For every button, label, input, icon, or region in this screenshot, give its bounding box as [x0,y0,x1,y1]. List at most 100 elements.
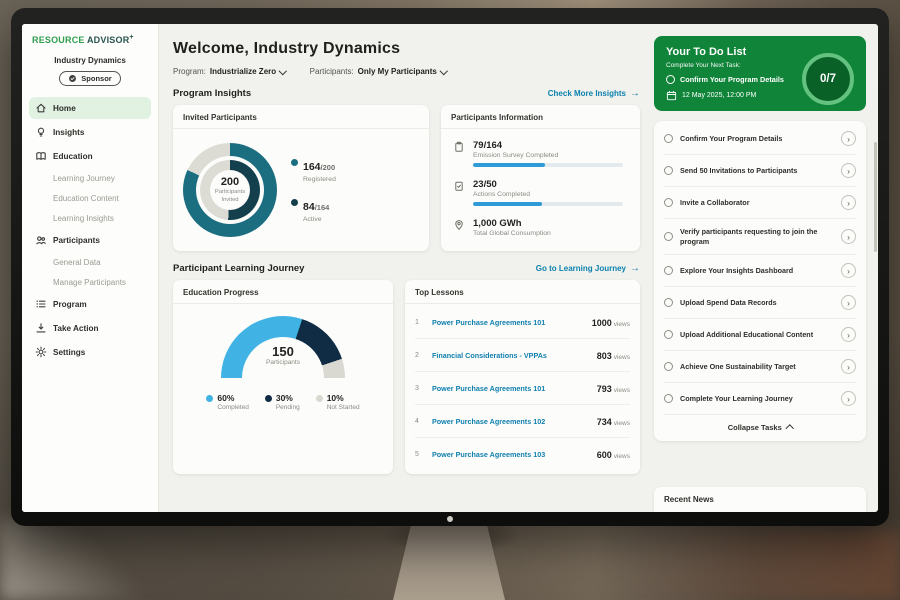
task-checkbox[interactable] [664,362,673,371]
lesson-views: 793 [597,384,612,394]
lesson-row[interactable]: 2 Financial Considerations - VPPAs 803vi… [415,339,630,372]
recent-news-card[interactable]: Recent News [654,487,866,512]
task-checkbox[interactable] [664,394,673,403]
sidebar: RESOURCE ADVISOR+ Industry Dynamics Spon… [22,24,159,512]
lesson-row[interactable]: 3 Power Purchase Agreements 101 793views [415,372,630,405]
task-label: Confirm Your Program Details [680,134,834,144]
chevron-right-icon[interactable]: › [841,295,856,310]
lesson-rank: 1 [415,319,424,326]
sidebar-item-settings[interactable]: Settings [29,341,151,363]
home-icon [35,102,47,114]
section-title: Participant Learning Journey [173,263,304,274]
program-filter-value: Industrialize Zero [210,67,276,76]
sidebar-item-manage-participants[interactable]: Manage Participants [29,273,151,291]
sidebar-item-home[interactable]: Home [29,97,151,119]
legend-dot [206,395,213,402]
donut-center-label: Participants Invited [208,189,252,203]
card-title: Education Progress [173,280,393,304]
chevron-right-icon[interactable]: › [841,327,856,342]
take-action-icon [35,322,47,334]
check-more-insights-link[interactable]: Check More Insights → [548,89,640,99]
chevron-right-icon[interactable]: › [841,195,856,210]
stat-global-consumption: 1,000 GWh Total Global Consumption [453,218,628,237]
lesson-title-link[interactable]: Power Purchase Agreements 103 [432,450,589,459]
task-label: Upload Additional Educational Content [680,330,834,340]
legend-dot [316,395,323,402]
education-progress-gauge: 150 Participants [221,316,345,382]
sidebar-item-general-data[interactable]: General Data [29,253,151,271]
lesson-title-link[interactable]: Power Purchase Agreements 101 [432,318,584,327]
link-label: Check More Insights [548,89,626,98]
task-row-confirm-program[interactable]: Confirm Your Program Details › [664,123,856,155]
stat-label: Total Global Consumption [473,230,628,237]
scrollbar-thumb[interactable] [874,142,877,252]
task-row-send-invitations[interactable]: Send 50 Invitations to Participants › [664,155,856,187]
chevron-right-icon[interactable]: › [841,163,856,178]
chevron-right-icon[interactable]: › [841,229,856,244]
lesson-row[interactable]: 5 Power Purchase Agreements 103 600views [415,438,630,470]
task-checkbox[interactable] [664,232,673,241]
task-checkbox[interactable] [664,266,673,275]
sidebar-item-education[interactable]: Education [29,145,151,167]
recent-news-title: Recent News [664,495,714,504]
nav-label: General Data [53,258,101,267]
section-title: Program Insights [173,88,251,99]
task-checkbox[interactable] [664,134,673,143]
lesson-rank: 5 [415,451,424,458]
lesson-title-link[interactable]: Power Purchase Agreements 102 [432,417,589,426]
task-checkbox[interactable] [664,330,673,339]
task-row-complete-learning-journey[interactable]: Complete Your Learning Journey › [664,383,856,415]
chevron-glyph: › [847,298,850,308]
nav-label: Settings [53,348,85,357]
sponsor-badge[interactable]: Sponsor [59,71,120,86]
sidebar-item-education-content[interactable]: Education Content [29,189,151,207]
legend-active: 84/164 Active [291,197,336,223]
legend-dot [265,395,272,402]
invited-participants-donut: 200 Participants Invited [183,143,277,237]
insights-cards-row: Invited Participants 200 Participants In… [173,105,640,251]
due-date-label: 12 May 2025, 12:00 PM [682,92,756,99]
chevron-right-icon[interactable]: › [841,131,856,146]
sidebar-item-insights[interactable]: Insights [29,121,151,143]
learning-journey-header: Participant Learning Journey Go to Learn… [173,263,640,274]
chevron-right-icon[interactable]: › [841,359,856,374]
sidebar-item-take-action[interactable]: Take Action [29,317,151,339]
legend-dot [291,159,298,166]
task-row-explore-insights[interactable]: Explore Your Insights Dashboard › [664,255,856,287]
task-row-upload-spend-data[interactable]: Upload Spend Data Records › [664,287,856,319]
task-row-achieve-sustainability-target[interactable]: Achieve One Sustainability Target › [664,351,856,383]
task-row-upload-educational-content[interactable]: Upload Additional Educational Content › [664,319,856,351]
sidebar-item-program[interactable]: Program [29,293,151,315]
task-checkbox[interactable] [664,198,673,207]
todo-summary-card: Your To Do List Complete Your Next Task:… [654,36,866,111]
progress-bar-fill [473,202,542,206]
sidebar-item-learning-insights[interactable]: Learning Insights [29,209,151,227]
lesson-row[interactable]: 4 Power Purchase Agreements 102 734views [415,405,630,438]
donut-legend: 164/200 Registered 84/164 Active [291,157,336,223]
go-to-learning-journey-link[interactable]: Go to Learning Journey → [536,264,640,274]
lesson-row[interactable]: 1 Power Purchase Agreements 101 1000view… [415,306,630,339]
task-checkbox[interactable] [664,298,673,307]
top-lessons-card: Top Lessons 1 Power Purchase Agreements … [405,280,640,474]
sidebar-item-learning-journey[interactable]: Learning Journey [29,169,151,187]
collapse-tasks-link[interactable]: Collapse Tasks [664,415,856,437]
location-pin-icon [453,219,465,231]
lesson-title-link[interactable]: Power Purchase Agreements 101 [432,384,589,393]
chevron-right-icon[interactable]: › [841,263,856,278]
task-row-invite-collaborator[interactable]: Invite a Collaborator › [664,187,856,219]
lesson-title-link[interactable]: Financial Considerations - VPPAs [432,351,589,360]
monitor-logo [447,516,453,522]
lesson-views: 734 [597,417,612,427]
legend-label: Pending [276,404,300,411]
program-filter[interactable]: Program: Industrialize Zero [173,67,286,76]
chevron-up-icon [786,425,794,433]
task-checkbox[interactable] [666,75,675,84]
progress-bar-fill [473,163,545,167]
sidebar-item-participants[interactable]: Participants [29,229,151,251]
participants-filter[interactable]: Participants: Only My Participants [310,67,447,76]
task-row-verify-participants[interactable]: Verify participants requesting to join t… [664,219,856,255]
task-checkbox[interactable] [664,166,673,175]
filters-row: Program: Industrialize Zero Participants… [173,67,640,76]
chevron-right-icon[interactable]: › [841,391,856,406]
legend-total: /164 [315,203,330,212]
